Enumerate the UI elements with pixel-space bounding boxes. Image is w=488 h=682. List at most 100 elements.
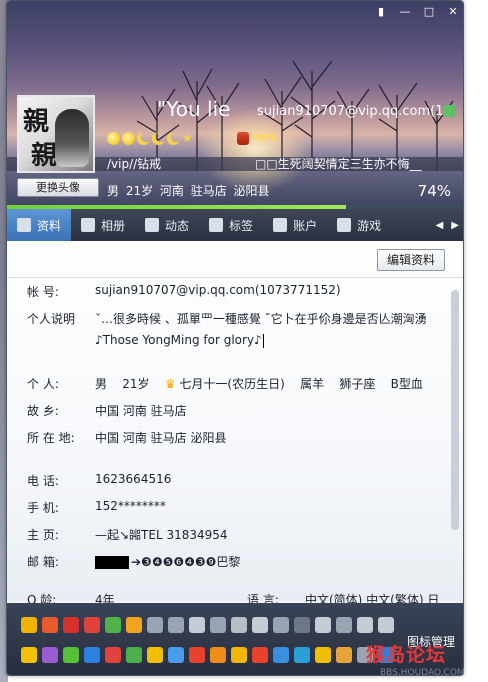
top-service-icon[interactable] [189, 617, 205, 633]
edit-profile-button[interactable]: 编辑资料 [376, 249, 445, 271]
completion-percent: 74% [417, 182, 451, 200]
vip-badge[interactable]: VIP8 [237, 132, 277, 145]
top-service-icon[interactable] [42, 617, 58, 633]
top-service-icon[interactable] [378, 617, 394, 633]
tab-feed[interactable]: 动态 [135, 209, 199, 241]
blood-type: B型血 [390, 377, 423, 391]
tab-label: 游戏 [357, 218, 382, 233]
top-service-icon[interactable] [273, 617, 289, 633]
field-personal: 个 人: 男 21岁 ♛ 七月十一(农历生日) 属羊 狮子座 B型血 [27, 375, 423, 392]
bottom-service-icon[interactable] [21, 647, 37, 663]
profile-content: 编辑资料 帐 号: sujian910707@vip.qq.com(107377… [7, 241, 463, 607]
field-label: 主 页: [27, 528, 59, 542]
field-label: 电 话: [27, 474, 59, 488]
field-phone: 电 话: 1623664516 [27, 472, 171, 489]
bottom-service-icon[interactable] [315, 647, 331, 663]
close-icon[interactable]: ✕ [447, 5, 459, 18]
tab-album[interactable]: 相册 [71, 209, 135, 241]
sun-icon [107, 132, 120, 145]
tab-tags[interactable]: 标签 [199, 209, 263, 241]
moon-icon [137, 132, 150, 145]
bottom-service-icon[interactable] [63, 647, 79, 663]
scrollbar[interactable] [450, 290, 460, 530]
bottom-service-icon[interactable] [210, 647, 226, 663]
field-intro: 个人说明 ˇ…很多時候 、孤單罒一種感覺 ˜它卜在乎伱身邊是否亾潮洶湧 [27, 310, 427, 327]
bottom-service-icon[interactable] [84, 647, 100, 663]
top-service-icon[interactable] [147, 617, 163, 633]
zodiac: 属羊 [300, 377, 325, 391]
top-service-icon[interactable] [84, 617, 100, 633]
mail-status-icon[interactable] [443, 105, 455, 117]
wallet-icon [273, 218, 288, 232]
bottom-service-icon[interactable] [168, 647, 184, 663]
top-service-icon[interactable] [21, 617, 37, 633]
constellation: 狮子座 [339, 377, 376, 391]
bottom-service-icon[interactable] [126, 647, 142, 663]
tab-label: 标签 [229, 218, 254, 233]
top-service-icon[interactable] [63, 617, 79, 633]
age: 21岁 [122, 377, 150, 391]
profile-card-icon [17, 218, 31, 232]
header-email: sujian910707@vip.qq.com(1 [257, 104, 444, 119]
bottom-service-icon[interactable] [42, 647, 58, 663]
top-service-icon[interactable] [210, 617, 226, 633]
game-icon [337, 218, 352, 232]
top-service-icon[interactable] [168, 617, 184, 633]
watermark-text: 猴岛论坛 [366, 644, 447, 666]
tab-profile[interactable]: 资料 [7, 209, 72, 241]
top-service-icon[interactable] [252, 617, 268, 633]
top-service-icon[interactable] [231, 617, 247, 633]
minimize-icon[interactable]: — [399, 5, 411, 18]
tab-account[interactable]: 账户 [263, 209, 327, 241]
photo-album-icon [81, 218, 96, 232]
maximize-icon[interactable]: □ [423, 5, 435, 18]
field-value: 中国 河南 驻马店 泌阳县 [95, 431, 227, 445]
bottom-service-icon[interactable] [294, 647, 310, 663]
field-label: 所 在 地: [27, 431, 75, 445]
signature[interactable]: □□生死阔契情定三生亦不悔__ [255, 155, 422, 172]
field-value[interactable]: —起↘嘂TEL 31834954 [95, 526, 228, 543]
bottom-service-icon[interactable] [273, 647, 289, 663]
top-service-icon[interactable] [336, 617, 352, 633]
bottom-service-icon[interactable] [147, 647, 163, 663]
field-value: 中国 河南 驻马店 [95, 404, 187, 418]
top-service-icon[interactable] [294, 617, 310, 633]
field-intro-line2: ♪Those YongMing for glory♪ [27, 333, 264, 348]
bottom-service-icon[interactable] [336, 647, 352, 663]
bottom-service-icon[interactable] [252, 647, 268, 663]
tab-games[interactable]: 游戏 [327, 209, 391, 241]
bottom-service-icon[interactable] [189, 647, 205, 663]
icon-row-top [21, 617, 394, 633]
basic-info: 男 21岁 河南 驻马店 泌阳县 [107, 184, 270, 198]
chevron-left-icon[interactable]: ◀ [436, 220, 444, 231]
chevron-right-icon[interactable]: ▶ [451, 220, 459, 231]
moon-icon [152, 132, 165, 145]
text-caret [262, 333, 264, 348]
top-service-icon[interactable] [315, 617, 331, 633]
field-mobile: 手 机: 152******** [27, 499, 166, 516]
field-value: ➔❸❹❺❻❹❸❾巴黎 [95, 553, 240, 570]
scrollbar-thumb[interactable] [451, 290, 459, 530]
bottom-service-icon[interactable] [231, 647, 247, 663]
top-service-icon[interactable] [126, 617, 142, 633]
watermark-url: BBS.HOUDAO.COM [380, 668, 465, 678]
skin-icon[interactable]: ▮ [375, 5, 387, 18]
nickname: "You lie [157, 97, 231, 121]
field-value: ♪Those YongMing for glory♪ [95, 333, 264, 348]
star-icon: ★ [182, 131, 193, 145]
top-service-icon[interactable] [357, 617, 373, 633]
avatar[interactable]: 親 親 [17, 95, 95, 173]
redacted-block [95, 556, 129, 569]
change-avatar-button[interactable]: 更换头像 [17, 178, 99, 197]
birthday-crown-icon: ♛ [164, 377, 176, 391]
gender: 男 [95, 377, 108, 391]
profile-window: ▮ — □ ✕ 親 親 更换头像 "You lie sujian910707@v… [6, 0, 464, 676]
field-label: 邮 箱: [27, 555, 59, 569]
feed-icon [145, 218, 160, 232]
field-label: 个 人: [27, 377, 59, 391]
bottom-service-icon[interactable] [105, 647, 121, 663]
field-label: 个人说明 [27, 312, 76, 326]
top-service-icon[interactable] [105, 617, 121, 633]
birthday: 七月十一(农历生日) [179, 377, 285, 391]
tab-label: 相册 [101, 218, 126, 233]
